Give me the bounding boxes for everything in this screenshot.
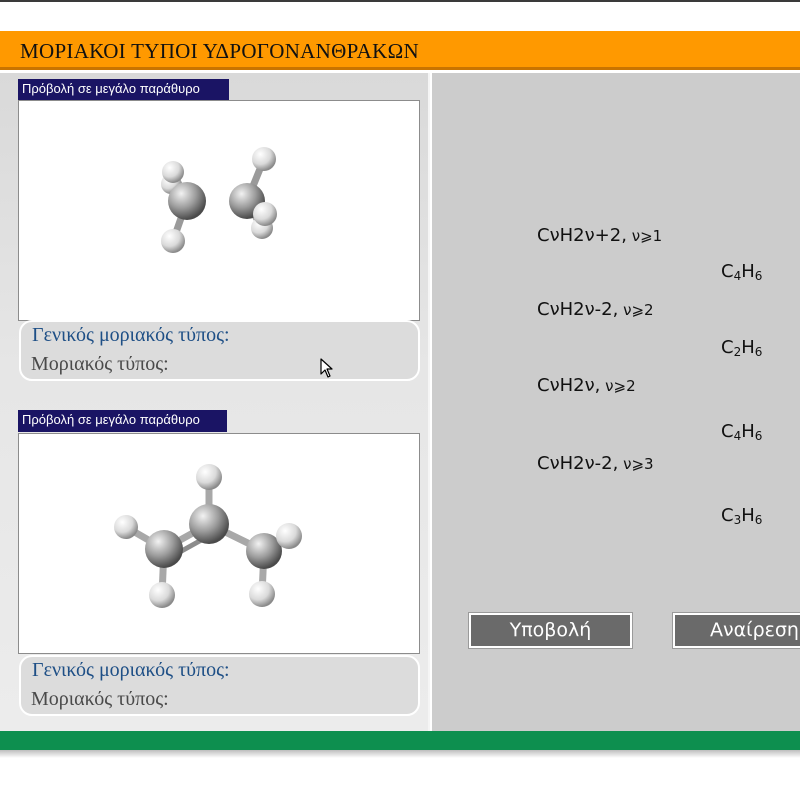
submit-button[interactable]: Υποβολή [468, 612, 633, 649]
molecule-viewer-2[interactable] [18, 433, 420, 654]
carbon-symbol: C [721, 337, 734, 358]
general-formula-body: CνH2ν, [537, 375, 601, 396]
hydrogen-symbol: H [741, 505, 755, 526]
general-formula-condition: ν⩾3 [618, 455, 654, 473]
propene-molecule-image [114, 464, 302, 608]
general-formula-condition: ν⩾1 [626, 227, 663, 245]
general-formula-option-1[interactable]: CνH2ν+2, ν⩾1 [537, 225, 662, 246]
general-formula-body: CνH2ν+2, [537, 225, 627, 246]
general-formula-option-4[interactable]: CνH2ν-2, ν⩾3 [537, 453, 654, 474]
general-formula-option-2[interactable]: CνH2ν-2, ν⩾2 [537, 299, 654, 320]
molecular-formula-option-1[interactable]: C4H6 [721, 261, 762, 283]
general-formula-condition: ν⩾2 [618, 301, 654, 319]
view-large-window-link-1[interactable]: Πρόβολή σε μεγάλο παράθυρο [18, 79, 229, 101]
hydrogen-symbol: H [741, 421, 755, 442]
molecular-formula-option-4[interactable]: C3H6 [721, 505, 762, 527]
hydrogen-symbol: H [741, 261, 755, 282]
hydrogen-count: 6 [754, 429, 763, 443]
carbon-symbol: C [721, 505, 734, 526]
page-title: ΜΟΡΙΑΚΟΙ ΤΥΠΟΙ ΥΔΡΟΓΟΝΑΝΘΡΑΚΩΝ [20, 39, 419, 63]
general-formula-label-1: Γενικός μοριακός τύπος: [32, 324, 230, 346]
molecule-viewer-1[interactable] [18, 100, 420, 321]
molecular-formula-label-2: Μοριακός τύπος: [31, 688, 169, 710]
hydrogen-count: 6 [754, 345, 763, 359]
general-formula-label-2: Γενικός μοριακός τύπος: [32, 659, 230, 681]
general-formula-body: CνH2ν-2, [537, 299, 619, 320]
hydrogen-symbol: H [741, 337, 755, 358]
molecular-formula-option-3[interactable]: C4H6 [721, 421, 762, 443]
undo-button[interactable]: Αναίρεση [672, 612, 800, 649]
formula-info-box-1: Γενικός μοριακός τύπος: Μοριακός τύπος: [19, 320, 420, 381]
general-formula-body: CνH2ν-2, [537, 453, 619, 474]
general-formula-condition: ν⩾2 [600, 377, 636, 395]
view-large-window-link-2[interactable]: Πρόβολή σε μεγάλο παράθυρο [18, 410, 227, 432]
footer-shadow [0, 750, 800, 758]
hydrogen-count: 6 [754, 513, 763, 527]
molecular-formula-label-1: Μοριακός τύπος: [31, 353, 169, 375]
molecular-formula-option-2[interactable]: C2H6 [721, 337, 762, 359]
title-bar: ΜΟΡΙΑΚΟΙ ΤΥΠΟΙ ΥΔΡΟΓΟΝΑΝΘΡΑΚΩΝ [0, 31, 800, 70]
hydrogen-count: 6 [754, 269, 763, 283]
formula-info-box-2: Γενικός μοριακός τύπος: Μοριακός τύπος: [19, 655, 420, 716]
footer-bar [0, 731, 800, 750]
carbon-symbol: C [721, 261, 734, 282]
arrow-cursor-icon [320, 358, 334, 383]
carbon-symbol: C [721, 421, 734, 442]
top-rule [0, 0, 800, 2]
general-formula-option-3[interactable]: CνH2ν, ν⩾2 [537, 375, 636, 396]
ethane-molecule-image [161, 147, 277, 253]
